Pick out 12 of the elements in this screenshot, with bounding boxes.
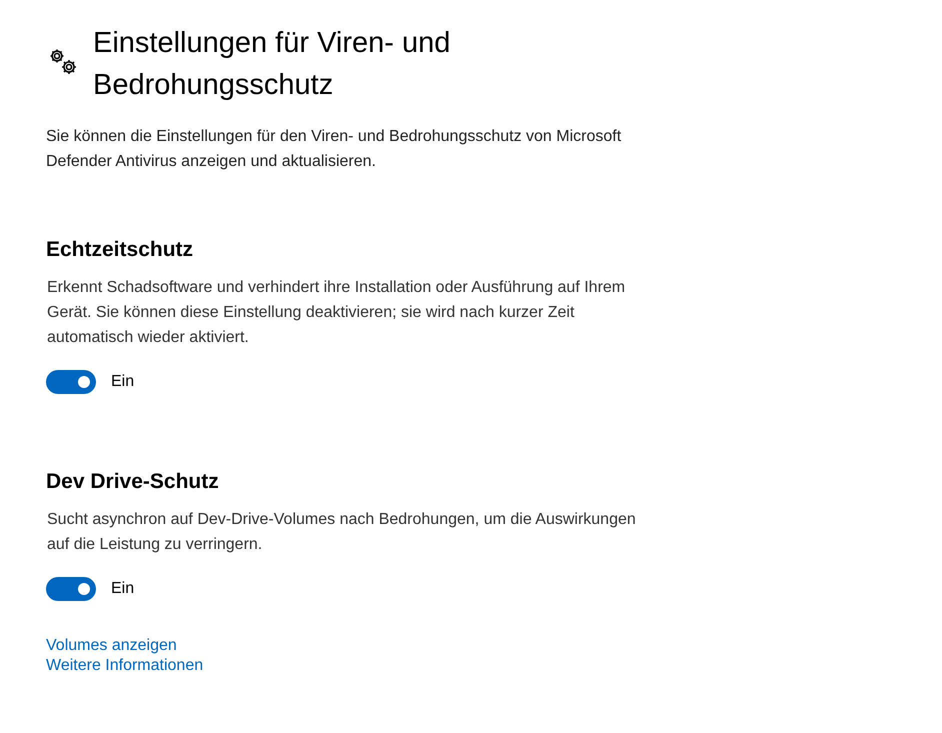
link[interactable]: Volumes anzeigen <box>46 637 177 655</box>
section-description: Sucht asynchron auf Dev-Drive-Volumes nach Bedrohungen, um die Auswirkungen auf die Leistung zu verringern. <box>47 510 637 555</box>
link[interactable]: Weitere Informationen <box>46 657 204 675</box>
page-title: Einstellungen für Viren- und Bedrohungsschutz <box>93 26 452 103</box>
toggle-label: Ein <box>111 373 134 391</box>
page-description: Sie können die Einstellungen für den Viren- und Bedrohungsschutz von Microsoft Defender Antivirus anzeigen und aktualisieren. <box>46 127 622 172</box>
section-description: Erkennt Schadsoftware und verhindert ihre Installation oder Ausführung auf Ihrem Gerät. Sie können diese Einstellung deaktivieren; sie wird nach kurzer Zeit automatisch wieder aktiviert. <box>47 278 626 348</box>
toggle-switch[interactable] <box>46 370 96 394</box>
section-heading: Dev Drive-Schutz <box>46 470 220 494</box>
toggle-switch[interactable] <box>46 577 96 601</box>
toggle-label: Ein <box>111 580 134 598</box>
section-heading: Echtzeitschutz <box>46 238 194 262</box>
